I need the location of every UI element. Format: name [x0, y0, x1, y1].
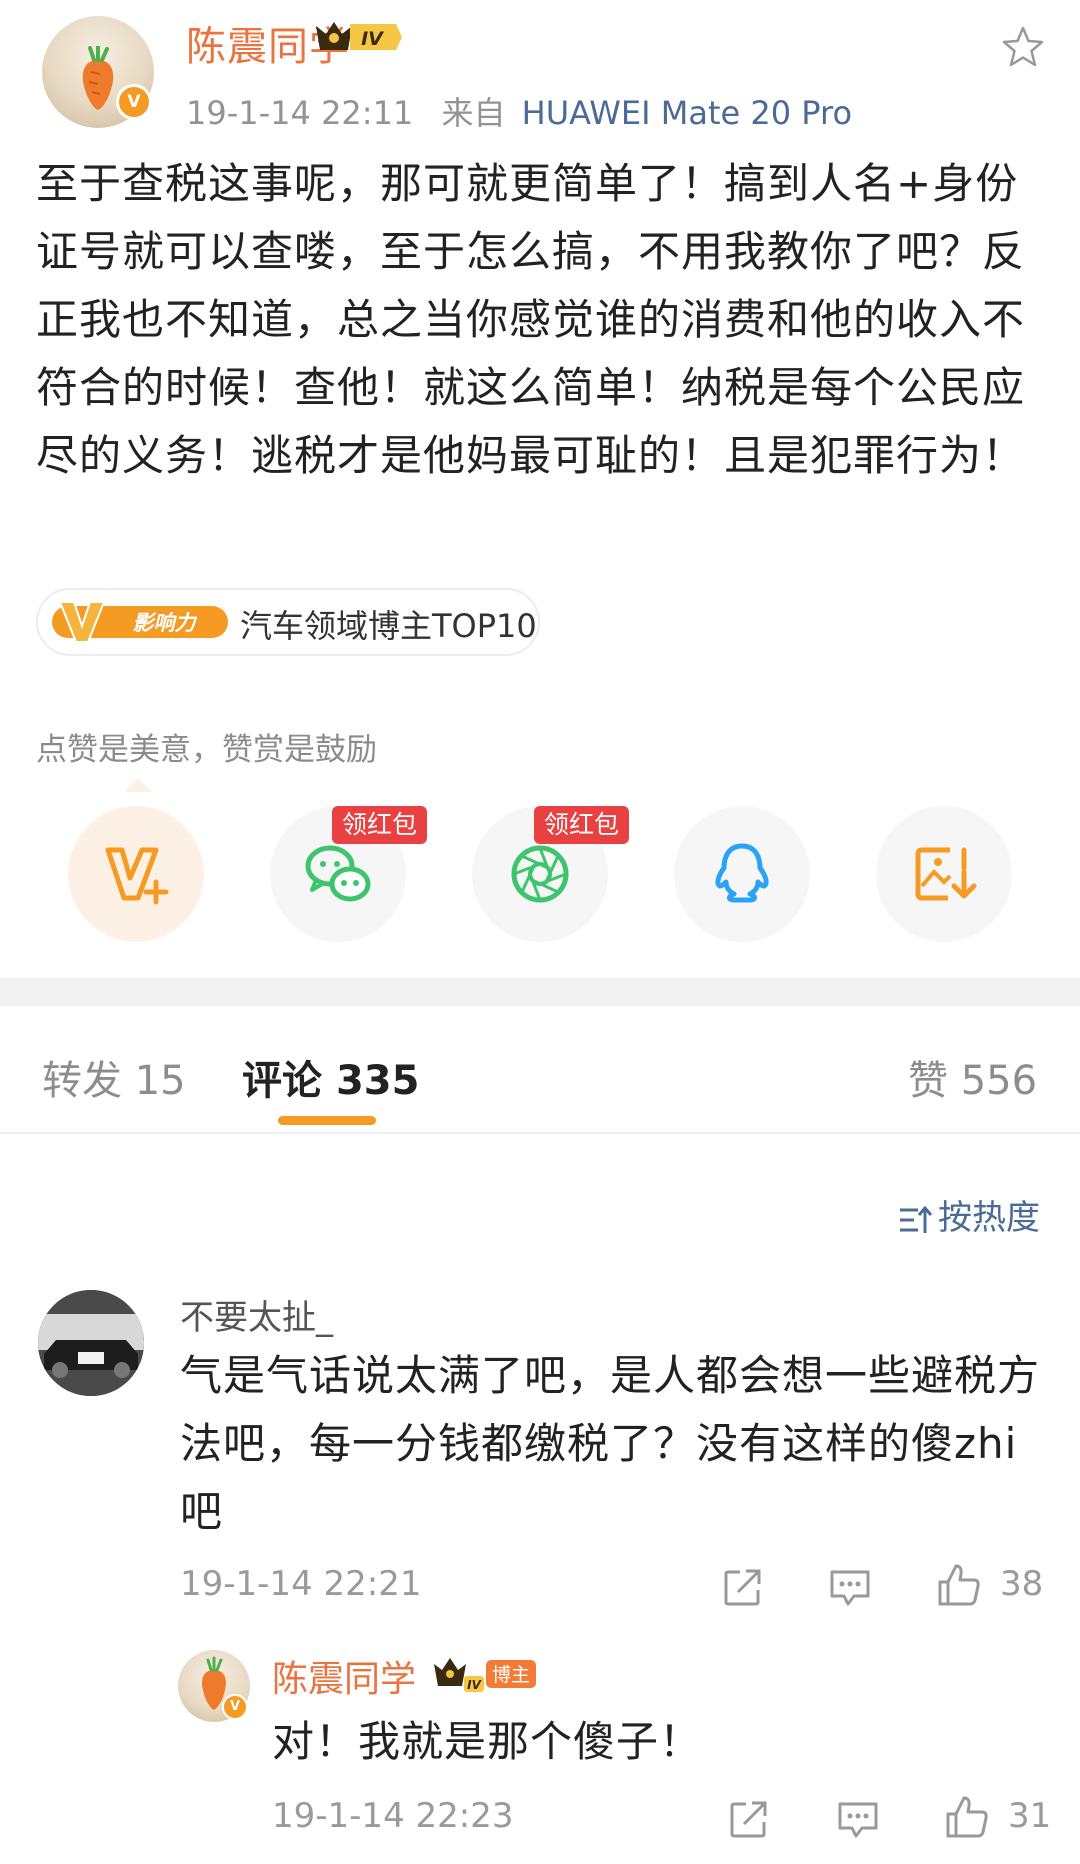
- reply-author-name[interactable]: 陈震同学: [272, 1650, 416, 1702]
- v-plus-icon: [105, 847, 169, 905]
- like-icon[interactable]: [944, 1794, 990, 1840]
- device-link[interactable]: HUAWEI Mate 20 Pro: [522, 94, 852, 132]
- tab-comment-label: 评论: [242, 1058, 322, 1104]
- moments-icon: [511, 845, 569, 903]
- wechat-icon: [305, 845, 371, 902]
- source-prefix: 来自: [441, 94, 506, 132]
- post-text: 至于查税这事呢，那可就更简单了！搞到人名+身份证号就可以查喽，至于怎么搞，不用我…: [36, 159, 1026, 480]
- influence-badge[interactable]: 影响力 汽车领域博主TOP10: [36, 588, 540, 656]
- save-image-icon: [915, 847, 977, 901]
- reward-v-button[interactable]: [68, 806, 204, 942]
- share-icon[interactable]: [722, 1566, 764, 1608]
- share-qq-button[interactable]: [674, 806, 810, 942]
- reply-level-text: IV: [467, 1678, 482, 1692]
- share-icon[interactable]: [728, 1798, 770, 1840]
- reply-timestamp: 19-1-14 22:23: [272, 1796, 514, 1836]
- sort-label: 按热度: [938, 1198, 1040, 1238]
- favorite-star-icon[interactable]: [1000, 24, 1046, 70]
- sort-icon: [900, 1205, 933, 1233]
- tab-repost[interactable]: 转发 15: [42, 1048, 186, 1106]
- influence-tag-icon: 影响力: [52, 602, 228, 642]
- level-text: IV: [361, 28, 384, 50]
- red-packet-badge[interactable]: 领红包: [332, 806, 428, 844]
- car-photo-icon: [38, 1290, 144, 1396]
- like-icon[interactable]: [936, 1562, 982, 1608]
- commenter-avatar[interactable]: [38, 1290, 144, 1396]
- influence-tag-text: 影响力: [133, 611, 198, 635]
- tab-divider: [0, 1132, 1080, 1134]
- tab-repost-count: 15: [134, 1058, 186, 1104]
- comment-icon[interactable]: [836, 1798, 880, 1840]
- tab-like[interactable]: 赞 556: [908, 1048, 1037, 1106]
- sort-button[interactable]: 按热度: [898, 1190, 1040, 1239]
- section-divider: [0, 978, 1080, 1006]
- reward-hint: 点赞是美意，赞赏是鼓励: [36, 732, 377, 768]
- reply-text: 对！我就是那个傻子！: [272, 1717, 703, 1766]
- comment-text: 气是气话说太满了吧，是人都会想一些避税方法吧，每一分钱都缴税了？没有这样的傻zh…: [180, 1351, 1041, 1536]
- tab-comment-count: 335: [335, 1058, 420, 1104]
- level-badge-icon[interactable]: IV 博主: [430, 1652, 538, 1694]
- save-image-button[interactable]: [876, 806, 1012, 942]
- qq-icon: [715, 843, 769, 903]
- comment-icon[interactable]: [828, 1566, 872, 1608]
- comment-timestamp: 19-1-14 22:21: [180, 1564, 422, 1604]
- commenter-name[interactable]: 不要太扯_: [180, 1290, 333, 1339]
- level-badge-icon[interactable]: IV: [312, 18, 404, 56]
- influence-text: 汽车领域博主TOP10: [240, 607, 537, 645]
- red-packet-badge[interactable]: 领红包: [534, 806, 630, 844]
- hint-pointer: [124, 778, 152, 792]
- tab-like-label: 赞: [908, 1058, 948, 1104]
- post-meta: 19-1-14 22:11 来自 HUAWEI Mate 20 Pro: [186, 88, 852, 134]
- verified-badge-icon: V: [222, 1694, 248, 1720]
- role-badge-text: 博主: [492, 1664, 530, 1686]
- active-tab-indicator: [278, 1116, 376, 1125]
- tab-comment[interactable]: 评论 335: [242, 1048, 419, 1106]
- tab-like-count: 556: [960, 1058, 1038, 1104]
- post-timestamp: 19-1-14 22:11: [186, 94, 414, 132]
- comment-like-count: 38: [1000, 1564, 1044, 1604]
- verified-badge-icon: V: [116, 84, 152, 120]
- tab-repost-label: 转发: [42, 1058, 122, 1104]
- reply-like-count: 31: [1008, 1796, 1052, 1836]
